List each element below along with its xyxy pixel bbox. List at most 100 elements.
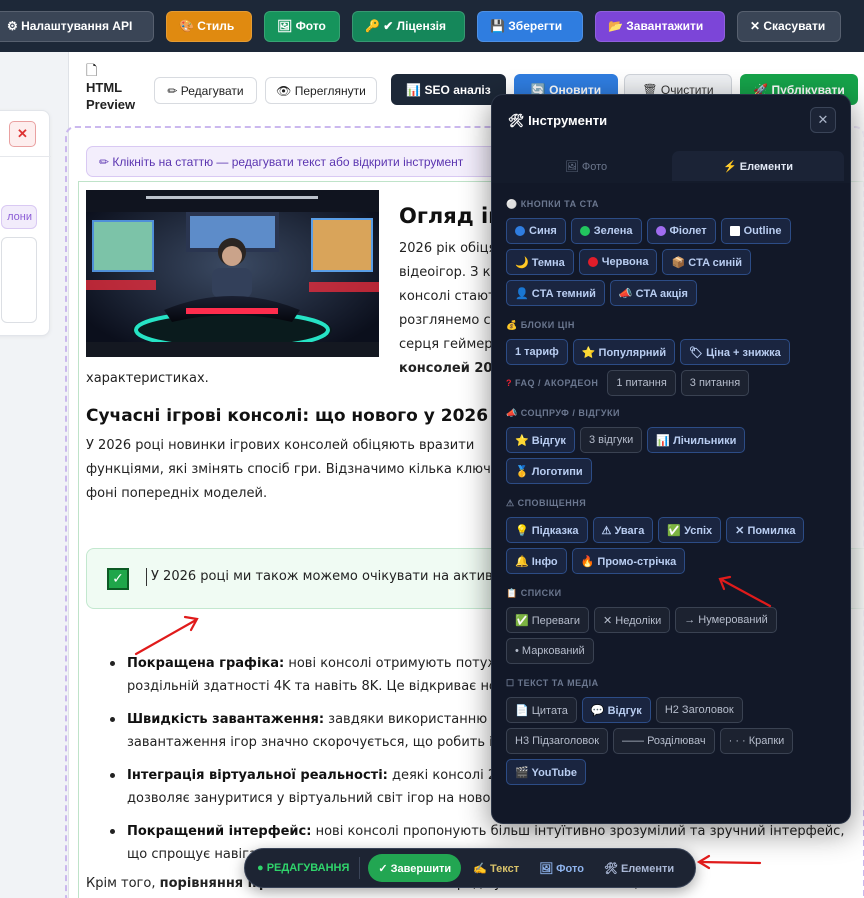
paragraph[interactable]: У 2026 році новинки ігрових консолей обі… bbox=[86, 434, 499, 506]
megaphone-icon: 📣 bbox=[506, 408, 518, 418]
api-settings-button[interactable]: ⚙ Налаштування API bbox=[0, 10, 154, 42]
price-popular[interactable]: ⭐ Популярний bbox=[572, 339, 676, 365]
section-label: БЛОКИ ЦІН bbox=[520, 320, 575, 330]
notice-warning[interactable]: ⚠ Увага bbox=[592, 517, 654, 543]
social-review[interactable]: ⭐ Відгук bbox=[506, 427, 575, 453]
tag-pill[interactable]: лони bbox=[1, 205, 37, 229]
section-heading[interactable]: Сучасні ігрові консолі: що нового у 2026… bbox=[86, 406, 518, 426]
close-icon[interactable]: ✕ bbox=[810, 107, 836, 133]
list-icon: 📋 bbox=[506, 588, 518, 598]
style-button[interactable]: 🎨 Стиль bbox=[166, 10, 252, 42]
section-label: СПИСКИ bbox=[520, 588, 562, 598]
list-pros[interactable]: ✅ Переваги bbox=[506, 607, 590, 633]
photo-button[interactable]: 🖼 Фото bbox=[264, 10, 340, 42]
list-cons[interactable]: ✕ Недоліки bbox=[594, 607, 671, 633]
list-bulleted[interactable]: • Маркований bbox=[506, 638, 594, 664]
money-icon: 💰 bbox=[506, 320, 518, 330]
button-cta-blue[interactable]: 📦 CTA синій bbox=[662, 249, 752, 275]
text-dots[interactable]: · · · Крапки bbox=[719, 728, 794, 754]
button-red[interactable]: Червона bbox=[578, 249, 658, 275]
article-title[interactable]: Огляд іг bbox=[399, 204, 499, 228]
text-divider[interactable]: —— Розділювач bbox=[613, 728, 715, 754]
article-intro[interactable]: 2026 рік обіця відеоігор. З ко консолі с… bbox=[399, 237, 502, 381]
notice-error[interactable]: ✕ Помилка bbox=[726, 517, 805, 543]
paragraph-line: У 2026 році новинки ігрових консолей обі… bbox=[86, 438, 475, 453]
notice-success[interactable]: ✅ Успіх bbox=[658, 517, 722, 543]
list-item-text: нові консолі пропонують більш інтуїтивно… bbox=[311, 824, 845, 839]
social-counters[interactable]: 📊 Лічильники bbox=[647, 427, 746, 453]
social-logos[interactable]: 🥇 Логотипи bbox=[506, 458, 592, 484]
list-item-text: дозволяє зануритися у віртуальний світ і… bbox=[127, 791, 501, 806]
cancel-button[interactable]: ✕ Скасувати bbox=[737, 10, 841, 42]
divider bbox=[359, 857, 361, 879]
button-cta-dark[interactable]: 👤 CTA темний bbox=[506, 280, 605, 306]
text-area[interactable] bbox=[1, 237, 37, 323]
text-tool-button[interactable]: ✍ Текст bbox=[473, 862, 519, 875]
intro-line: консолей 202 bbox=[399, 361, 502, 376]
text-h3-subheading[interactable]: H3 Підзаголовок bbox=[506, 728, 609, 754]
list-item-text: нові консолі отримують потужн bbox=[284, 656, 508, 671]
tools-tabs: 🖼 Фото ⚡ Елементи bbox=[500, 151, 844, 181]
faq-one-question[interactable]: 1 питання bbox=[607, 370, 676, 396]
photo-tool-button[interactable]: 🖼 Фото bbox=[539, 862, 584, 875]
text-review[interactable]: 💬 Відгук bbox=[581, 697, 651, 723]
list-item-title: Швидкість завантаження: bbox=[127, 712, 325, 727]
intro-line: консолі стают bbox=[399, 289, 496, 304]
finish-button[interactable]: ✓ Завершити bbox=[368, 854, 462, 882]
text-quote[interactable]: 📄 Цитата bbox=[506, 697, 577, 723]
edit-hint: ✏ Клікніть на статтю — редагувати текст … bbox=[86, 146, 506, 177]
section-lists: 📋 СПИСКИ bbox=[506, 588, 850, 599]
green-dot-icon bbox=[579, 226, 590, 236]
button-outline[interactable]: Outline bbox=[720, 218, 791, 244]
price-one-plan[interactable]: 1 тариф bbox=[506, 339, 568, 365]
section-prices: 💰 БЛОКИ ЦІН bbox=[506, 320, 850, 331]
paragraph-text: Крім того, bbox=[86, 876, 160, 891]
preview-title-line2: Preview bbox=[86, 97, 136, 112]
document-icon: 🗋 bbox=[86, 62, 98, 78]
media-youtube[interactable]: 🎬 YouTube bbox=[506, 759, 586, 785]
seo-analysis-button[interactable]: 📊 SEO аналіз bbox=[391, 74, 506, 105]
social-three-reviews[interactable]: 3 відгуки bbox=[579, 427, 643, 453]
view-button[interactable]: 👁 Переглянути bbox=[265, 77, 377, 104]
edit-mode-bar: ● РЕДАГУВАННЯ ✓ Завершити ✍ Текст 🖼 Фото… bbox=[244, 848, 696, 888]
tools-title: 🛠 Інструменти bbox=[508, 113, 608, 128]
button-blue[interactable]: Синя bbox=[506, 218, 566, 244]
list-item-title: Інтеграція віртуальної реальності: bbox=[127, 768, 388, 783]
callout-text[interactable]: У 2026 році ми також можемо очікувати на… bbox=[146, 568, 501, 586]
edit-button[interactable]: ✏ Редагувати bbox=[154, 77, 257, 104]
divider bbox=[0, 156, 51, 157]
notice-promo-strip[interactable]: 🔥 Промо-стрічка bbox=[571, 548, 686, 574]
load-button[interactable]: 📂 Завантажити bbox=[595, 10, 725, 42]
notice-info[interactable]: 🔔 Інфо bbox=[506, 548, 567, 574]
preview-title-line1: HTML bbox=[86, 80, 123, 95]
chip-label: Зелена bbox=[593, 225, 633, 237]
button-dark[interactable]: 🌙 Темна bbox=[506, 249, 574, 275]
tools-panel: 🛠 Інструменти ✕ 🖼 Фото ⚡ Елементи ⚪ КНОПК… bbox=[491, 94, 851, 824]
save-button[interactable]: 💾 Зберегти bbox=[477, 10, 583, 42]
notice-tip[interactable]: 💡 Підказка bbox=[506, 517, 588, 543]
button-violet[interactable]: Фіолет bbox=[646, 218, 716, 244]
close-icon[interactable]: ✕ bbox=[9, 121, 36, 147]
intro-continuation[interactable]: характеристиках. bbox=[86, 371, 209, 386]
text-h2-heading[interactable]: H2 Заголовок bbox=[655, 697, 743, 723]
section-label: СОЦПРУФ / ВІДГУКИ bbox=[520, 408, 620, 418]
section-social: 📣 СОЦПРУФ / ВІДГУКИ bbox=[506, 408, 850, 419]
tab-elements[interactable]: ⚡ Елементи bbox=[672, 151, 844, 181]
license-button[interactable]: 🔑 ✔ Ліцензія bbox=[352, 10, 465, 42]
tab-photo[interactable]: 🖼 Фото bbox=[500, 151, 672, 181]
list-item-text: роздільній здатності 4K та навіть 8K. Це… bbox=[127, 679, 505, 694]
hero-image[interactable] bbox=[86, 190, 379, 357]
square-icon bbox=[729, 226, 740, 236]
elements-tool-button[interactable]: 🛠 Елементи bbox=[604, 862, 674, 875]
list-item-text: завантаження ігор значно скорочується, щ… bbox=[127, 735, 493, 750]
circle-icon: ⚪ bbox=[506, 199, 518, 209]
chip-label: Outline bbox=[743, 225, 782, 237]
button-green[interactable]: Зелена bbox=[570, 218, 642, 244]
intro-line: відеоігор. З ко bbox=[399, 265, 499, 280]
chip-label: Синя bbox=[529, 225, 557, 237]
price-discount[interactable]: 🏷 Ціна + знижка bbox=[680, 339, 790, 365]
faq-three-questions[interactable]: 3 питання bbox=[680, 370, 750, 396]
button-cta-promo[interactable]: 📣 CTA акція bbox=[609, 280, 697, 306]
warning-icon: ⚠ bbox=[506, 498, 515, 508]
list-numbered[interactable]: → Нумерований bbox=[675, 607, 777, 633]
